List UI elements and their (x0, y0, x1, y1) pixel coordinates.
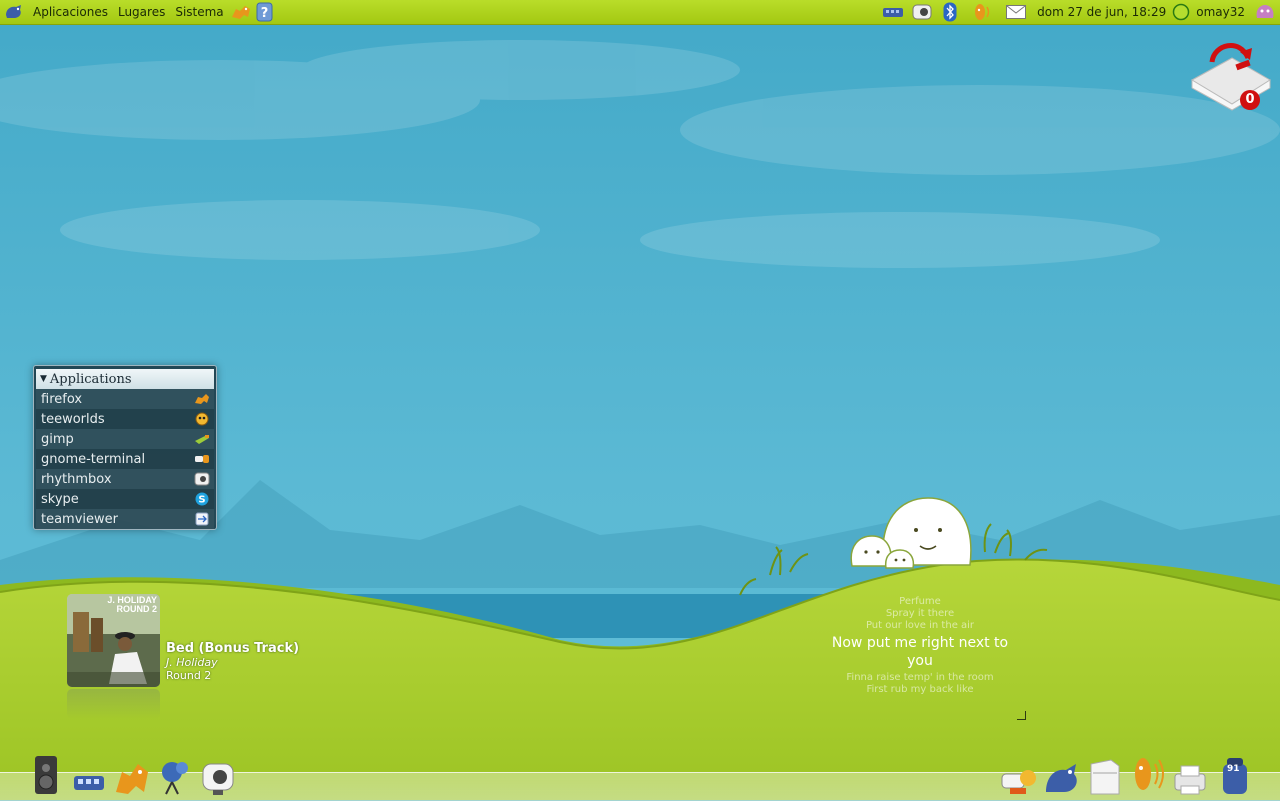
app-label: rhythmbox (41, 471, 112, 487)
lyric-line: Finna raise temp' in the room (846, 672, 994, 683)
dock-nautilus-icon[interactable] (1042, 756, 1082, 796)
lyric-current-line: Now put me right next to you (831, 635, 1009, 669)
speaker-icon[interactable] (908, 0, 936, 24)
help-icon[interactable]: ? (253, 0, 277, 24)
mail-icon[interactable] (1000, 0, 1032, 24)
app-label: gnome-terminal (41, 451, 146, 467)
app-label: teeworlds (41, 411, 105, 427)
dock-speaker-icon[interactable] (32, 752, 60, 796)
mail-notifier-widget[interactable]: 0 (1188, 38, 1272, 112)
app-item-gnome-terminal[interactable]: gnome-terminal (36, 449, 214, 469)
user-status-icon[interactable] (1171, 0, 1191, 24)
dock-chat-icon[interactable] (1000, 760, 1038, 796)
terminal-icon (194, 452, 210, 466)
gimp-icon (194, 432, 210, 446)
dock-messenger-icon[interactable] (158, 756, 194, 796)
track-title: Bed (Bonus Track) (166, 641, 300, 656)
shutdown-icon[interactable] (1250, 0, 1280, 24)
app-label: teamviewer (41, 511, 119, 527)
skype-icon: S (194, 492, 210, 506)
dock-volume-icon[interactable] (1128, 752, 1166, 796)
dock-network-icon[interactable] (72, 762, 106, 796)
applications-list: firefox teeworlds gimp gnome-terminal rh… (34, 389, 216, 529)
gnome-foot-icon[interactable] (0, 0, 28, 24)
lyric-line: Perfume (899, 596, 941, 607)
firefox-icon (194, 392, 210, 406)
top-panel: Aplicaciones Lugares Sistema ? dom 27 de… (0, 0, 1280, 25)
svg-text:?: ? (260, 6, 268, 21)
dock-firefox-icon[interactable] (112, 756, 152, 796)
lyric-line: Spray it there (885, 608, 955, 619)
applications-widget: ▼ Applications firefox teeworlds gimp gn… (33, 365, 217, 530)
menu-lugares[interactable]: Lugares (113, 0, 170, 24)
app-label: skype (41, 491, 79, 507)
trash-count: 91 (1227, 764, 1240, 774)
teamviewer-icon (194, 512, 210, 526)
app-label: gimp (41, 431, 74, 447)
mail-count-badge: 0 (1240, 90, 1260, 110)
user-name[interactable]: omay32 (1191, 0, 1250, 24)
network-icon[interactable] (880, 0, 908, 24)
album-art-reflection (67, 689, 160, 719)
album-art[interactable]: J. HOLIDAY ROUND 2 (67, 594, 160, 687)
menu-sistema[interactable]: Sistema (170, 0, 228, 24)
dock-folder-icon[interactable] (1086, 756, 1124, 796)
applications-title: Applications (49, 371, 132, 387)
clock[interactable]: dom 27 de jun, 18:29 (1032, 0, 1171, 24)
app-label: firefox (41, 391, 83, 407)
dock-rhythmbox-icon[interactable] (198, 756, 238, 796)
applications-header[interactable]: ▼ Applications (36, 369, 214, 389)
app-item-rhythmbox[interactable]: rhythmbox (36, 469, 214, 489)
resize-handle[interactable] (1017, 711, 1026, 720)
lyric-line: Put our love in the air (865, 620, 975, 631)
track-album: Round 2 (166, 669, 212, 682)
collapse-triangle-icon[interactable]: ▼ (40, 374, 47, 384)
lyrics-widget: Perfume Spray it there Put our love in t… (820, 596, 1020, 704)
menu-aplicaciones[interactable]: Aplicaciones (28, 0, 113, 24)
track-info: Bed (Bonus Track) J. Holiday Round 2 (166, 641, 299, 682)
lyric-line: First rub my back like (866, 684, 974, 695)
app-item-teeworlds[interactable]: teeworlds (36, 409, 214, 429)
firefox-launcher-icon[interactable] (229, 0, 253, 24)
dock-trash-icon[interactable]: 91 (1218, 752, 1252, 796)
track-artist: J. Holiday (166, 656, 218, 669)
album-art-text: J. HOLIDAY ROUND 2 (107, 595, 157, 614)
app-item-gimp[interactable]: gimp (36, 429, 214, 449)
app-item-teamviewer[interactable]: teamviewer (36, 509, 214, 529)
app-item-firefox[interactable]: firefox (36, 389, 214, 409)
bluetooth-icon[interactable] (936, 0, 964, 24)
teeworlds-icon (194, 412, 210, 426)
svg-text:S: S (198, 495, 205, 506)
dock-printer-icon[interactable] (1172, 760, 1208, 796)
volume-icon[interactable] (964, 0, 1000, 24)
rhythmbox-icon (194, 472, 210, 486)
app-item-skype[interactable]: skype S (36, 489, 214, 509)
